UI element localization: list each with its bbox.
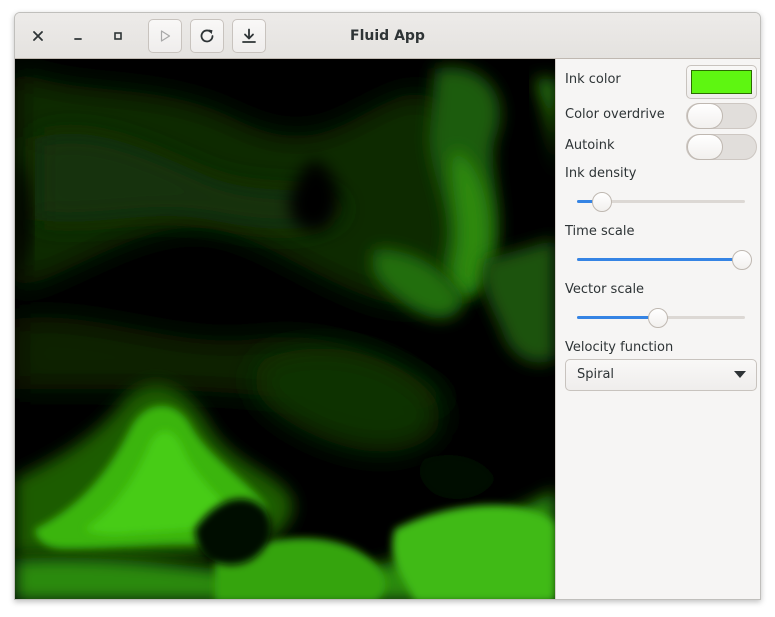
- maximize-icon: [114, 32, 122, 40]
- save-button[interactable]: [232, 19, 266, 53]
- switch-knob: [687, 103, 723, 129]
- color-overdrive-label: Color overdrive: [565, 107, 665, 122]
- download-icon: [242, 28, 256, 43]
- velocity-function-dropdown[interactable]: Spiral: [565, 359, 757, 391]
- time-scale-label: Time scale: [565, 224, 635, 239]
- play-button[interactable]: [148, 19, 182, 53]
- vector-scale-slider[interactable]: [577, 308, 745, 328]
- reload-icon: [200, 29, 214, 43]
- slider-fill: [577, 258, 742, 261]
- velocity-function-value: Spiral: [577, 367, 615, 382]
- time-scale-slider[interactable]: [577, 250, 752, 270]
- maximize-button[interactable]: [106, 24, 130, 48]
- dropdown-arrow-icon: [734, 371, 746, 378]
- vector-scale-label: Vector scale: [565, 282, 645, 297]
- fluid-simulation-image: [15, 59, 555, 599]
- ink-color-swatch: [691, 70, 752, 94]
- autoink-label: Autoink: [565, 138, 615, 153]
- slider-fill: [577, 316, 658, 319]
- reset-button[interactable]: [190, 19, 224, 53]
- ink-density-label: Ink density: [565, 166, 637, 181]
- color-overdrive-switch[interactable]: [686, 103, 757, 129]
- minimize-icon: [74, 38, 82, 40]
- play-icon: [160, 30, 171, 42]
- ink-density-slider[interactable]: [577, 192, 745, 212]
- autoink-switch[interactable]: [686, 134, 757, 160]
- ink-color-button[interactable]: [686, 65, 757, 99]
- header-bar: Fluid App: [15, 13, 760, 59]
- app-window: Fluid App Ink color Color overdrive Auto…: [14, 12, 761, 600]
- slider-handle[interactable]: [647, 308, 668, 328]
- close-icon: [33, 31, 43, 41]
- slider-handle[interactable]: [731, 250, 752, 270]
- close-button[interactable]: [26, 24, 50, 48]
- minimize-button[interactable]: [66, 24, 90, 48]
- fluid-canvas[interactable]: [15, 59, 555, 599]
- ink-color-label: Ink color: [565, 72, 621, 87]
- velocity-function-label: Velocity function: [565, 340, 674, 355]
- settings-sidebar: Ink color Color overdrive Autoink Ink de…: [555, 59, 760, 599]
- switch-knob: [687, 134, 723, 160]
- slider-handle[interactable]: [592, 192, 613, 212]
